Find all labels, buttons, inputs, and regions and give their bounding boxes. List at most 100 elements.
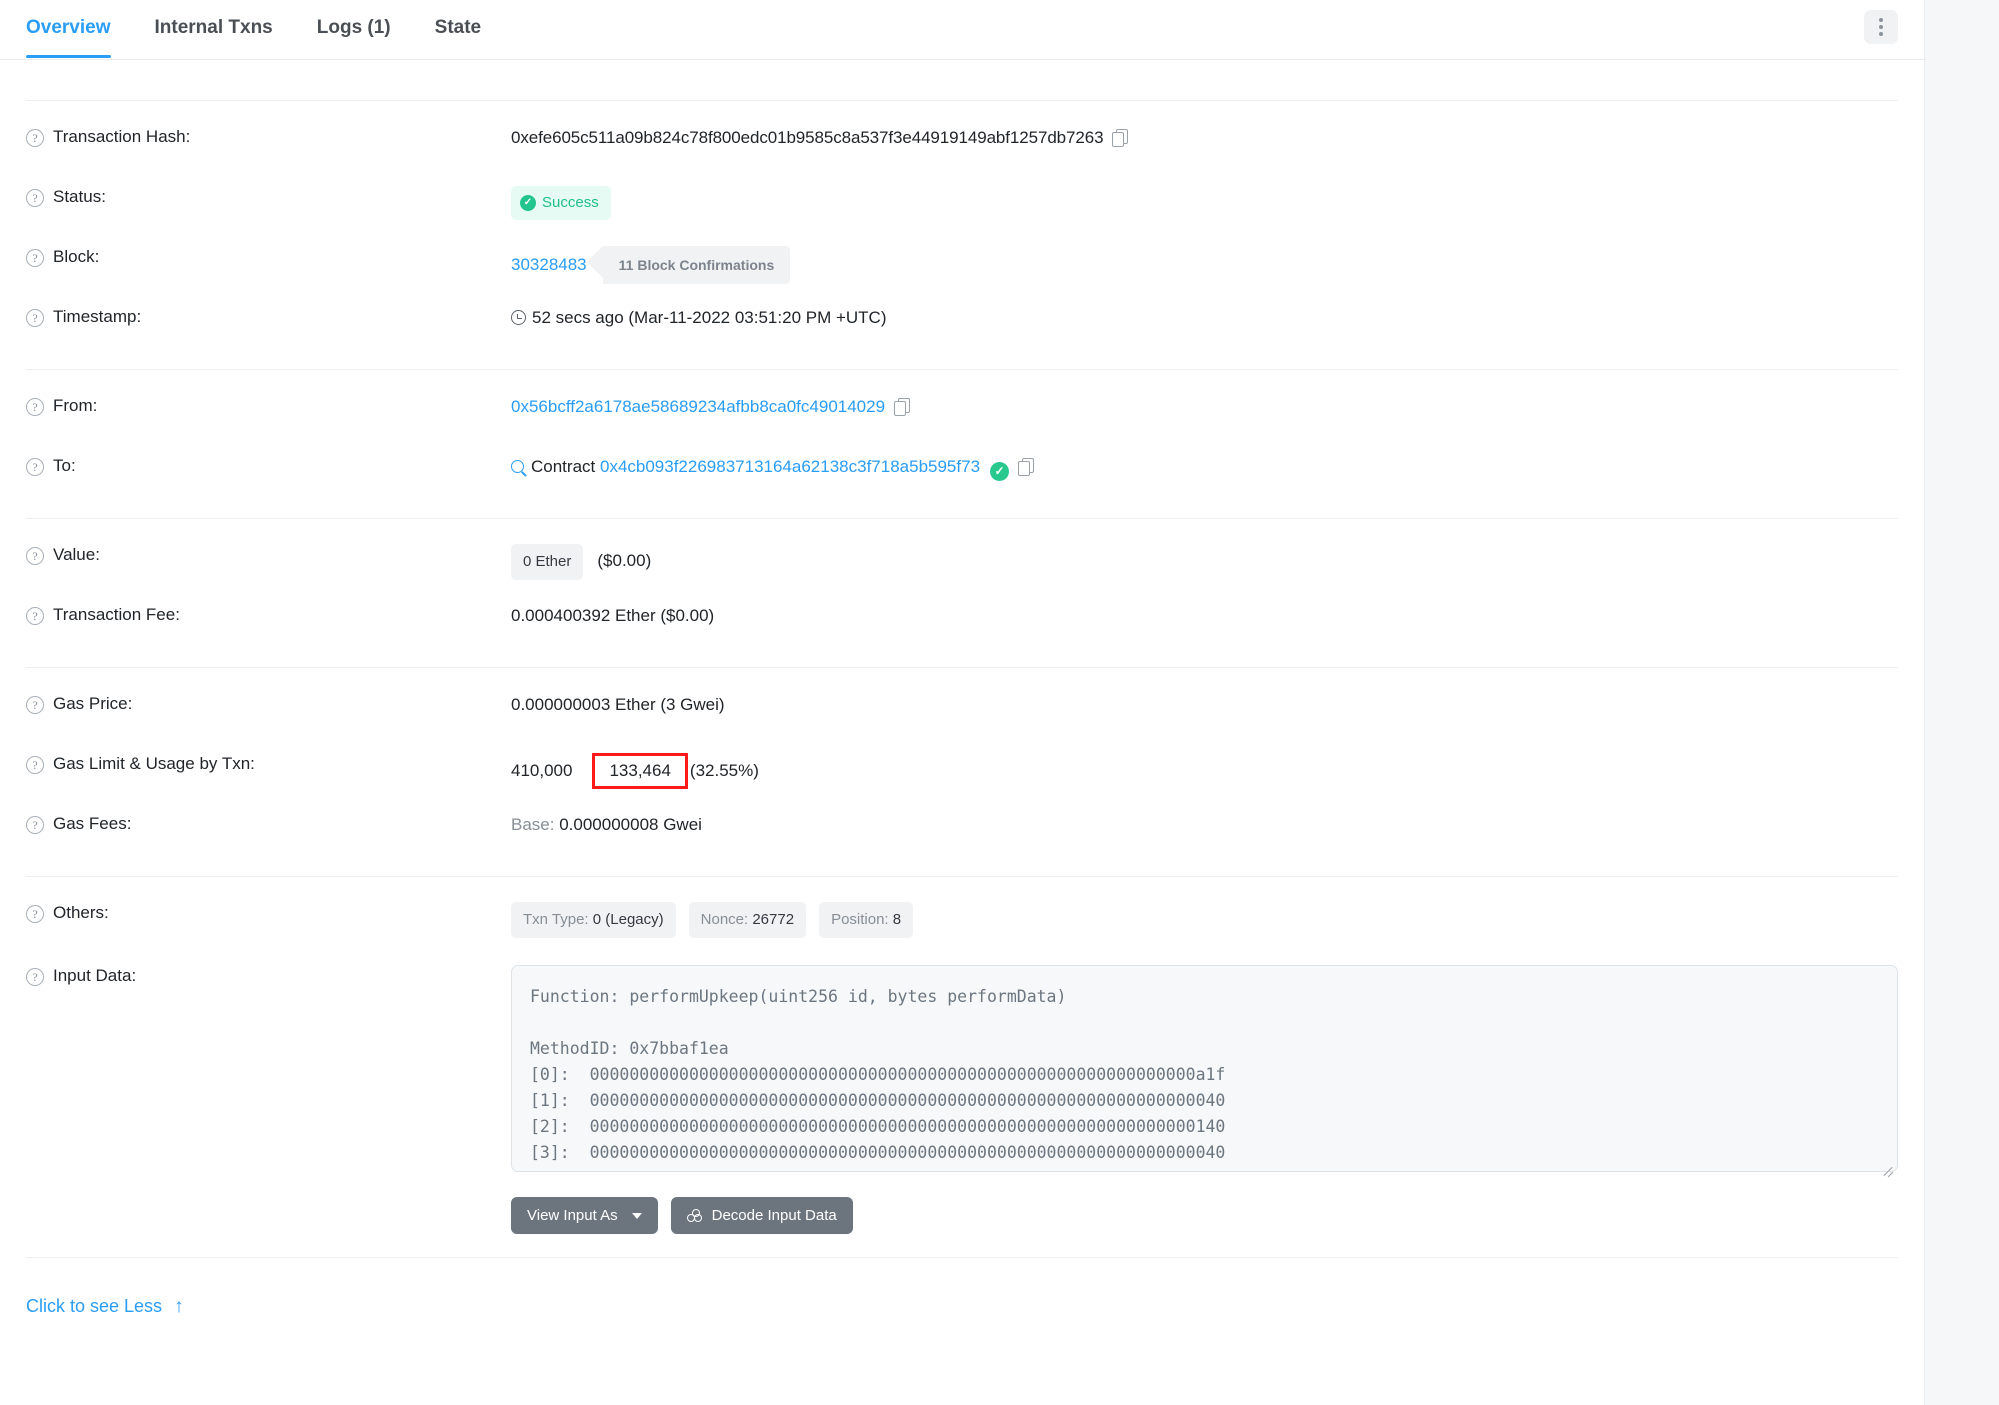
row-gas-price: ? Gas Price: 0.000000003 Ether (3 Gwei) [26, 682, 1898, 742]
to-contract-prefix: Contract [531, 457, 595, 476]
help-icon[interactable]: ? [26, 189, 44, 207]
label-gas-fees: ? Gas Fees: [26, 811, 511, 835]
help-icon[interactable]: ? [26, 458, 44, 476]
value-status: ✓ Success [511, 184, 1898, 220]
label-others: ? Others: [26, 900, 511, 924]
help-icon[interactable]: ? [26, 968, 44, 986]
value-gas-fees: Base: 0.000000008 Gwei [511, 811, 1898, 837]
click-to-see-less-link[interactable]: Click to see Less ↑ [26, 1296, 184, 1317]
verified-check-icon: ✓ [990, 462, 1009, 481]
value-gas-price: 0.000000003 Ether (3 Gwei) [511, 691, 1898, 717]
help-icon[interactable]: ? [26, 607, 44, 625]
label-from: ? From: [26, 393, 511, 417]
tab-state[interactable]: State [413, 0, 503, 58]
row-gas-limit-usage: ? Gas Limit & Usage by Txn: 410,000 133,… [26, 742, 1898, 802]
help-icon[interactable]: ? [26, 547, 44, 565]
row-block: ? Block: 30328483 11 Block Confirmations [26, 235, 1898, 295]
value-block: 30328483 11 Block Confirmations [511, 244, 1898, 284]
page-right-rail [1925, 0, 1999, 1405]
input-data-textarea[interactable]: Function: performUpkeep(uint256 id, byte… [511, 965, 1898, 1172]
gas-fees-base-value: 0.000000008 Gwei [559, 815, 702, 834]
label-text: To: [53, 455, 76, 477]
arrow-up-icon: ↑ [174, 1297, 184, 1316]
divider-after-fee [26, 667, 1898, 668]
tab-bar: Overview Internal Txns Logs (1) State [0, 0, 1924, 60]
label-text: Status: [53, 186, 106, 208]
help-icon[interactable]: ? [26, 129, 44, 147]
block-confirmations-badge: 11 Block Confirmations [603, 246, 791, 284]
pill-position-key: Position: [831, 911, 889, 928]
tab-logs[interactable]: Logs (1) [295, 0, 413, 58]
block-group: 30328483 11 Block Confirmations [511, 246, 790, 284]
help-icon[interactable]: ? [26, 309, 44, 327]
help-icon[interactable]: ? [26, 696, 44, 714]
copy-icon[interactable] [1112, 129, 1127, 146]
tab-overview[interactable]: Overview [26, 0, 133, 58]
value-timestamp: 52 secs ago (Mar-11-2022 03:51:20 PM +UT… [511, 304, 1898, 330]
others-pill-row: Txn Type: 0 (Legacy) Nonce: 26772 Positi… [511, 902, 1898, 938]
tab-internal-txns[interactable]: Internal Txns [133, 0, 295, 58]
tab-list: Overview Internal Txns Logs (1) State [26, 0, 503, 58]
value-fiat: ($0.00) [597, 551, 651, 570]
view-input-as-button[interactable]: View Input As [511, 1197, 658, 1234]
tab-state-label: State [435, 17, 481, 38]
row-value: ? Value: 0 Ether ($0.00) [26, 533, 1898, 593]
help-icon[interactable]: ? [26, 756, 44, 774]
help-icon[interactable]: ? [26, 816, 44, 834]
help-icon[interactable]: ? [26, 249, 44, 267]
label-transaction-fee: ? Transaction Fee: [26, 602, 511, 626]
help-icon[interactable]: ? [26, 905, 44, 923]
divider-after-timestamp [26, 369, 1898, 370]
tab-overview-label: Overview [26, 17, 111, 38]
copy-icon[interactable] [1018, 458, 1033, 475]
to-address-link[interactable]: 0x4cb093f226983713164a62138c3f718a5b595f… [600, 457, 980, 476]
tab-logs-label: Logs (1) [317, 17, 391, 38]
label-block: ? Block: [26, 244, 511, 268]
value-amount: 0 Ether ($0.00) [511, 542, 1898, 580]
gas-used-percent: (32.55%) [690, 759, 759, 783]
view-input-as-label: View Input As [527, 1207, 618, 1224]
label-gas-price: ? Gas Price: [26, 691, 511, 715]
kebab-dot [1879, 25, 1883, 29]
tab-internal-txns-label: Internal Txns [155, 17, 273, 38]
chevron-down-icon [632, 1213, 642, 1219]
pill-nonce-val: 26772 [752, 911, 794, 928]
value-ether-pill: 0 Ether [511, 544, 583, 580]
label-to: ? To: [26, 453, 511, 477]
row-status: ? Status: ✓ Success [26, 175, 1898, 235]
transaction-hash-value: 0xefe605c511a09b824c78f800edc01b9585c8a5… [511, 128, 1103, 147]
label-text: Gas Price: [53, 693, 132, 715]
label-input-data: ? Input Data: [26, 963, 511, 987]
label-text: Value: [53, 544, 100, 566]
divider-footer [26, 1257, 1898, 1258]
check-circle-icon: ✓ [520, 195, 536, 211]
value-transaction-hash: 0xefe605c511a09b824c78f800edc01b9585c8a5… [511, 124, 1898, 150]
kebab-dot [1879, 18, 1883, 22]
block-number-link[interactable]: 30328483 [511, 253, 587, 277]
transaction-details-page: Overview Internal Txns Logs (1) State ? [0, 0, 1925, 1405]
label-timestamp: ? Timestamp: [26, 304, 511, 328]
status-text: Success [542, 191, 599, 215]
magnifier-icon[interactable] [511, 460, 524, 473]
row-gas-fees: ? Gas Fees: Base: 0.000000008 Gwei [26, 802, 1898, 862]
kebab-vertical-icon[interactable] [1864, 10, 1898, 44]
row-from: ? From: 0x56bcff2a6178ae58689234afbb8ca0… [26, 384, 1898, 444]
copy-icon[interactable] [894, 398, 909, 415]
value-transaction-fee: 0.000400392 Ether ($0.00) [511, 602, 1898, 628]
label-text: Input Data: [53, 965, 136, 987]
label-text: Transaction Hash: [53, 126, 190, 148]
pill-position-val: 8 [893, 911, 901, 928]
label-gas-limit-usage: ? Gas Limit & Usage by Txn: [26, 751, 511, 775]
help-icon[interactable]: ? [26, 398, 44, 416]
divider-after-gas-fees [26, 876, 1898, 877]
pill-txn-type-key: Txn Type: [523, 911, 589, 928]
decode-icon [687, 1209, 702, 1223]
value-input-data: Function: performUpkeep(uint256 id, byte… [511, 963, 1898, 1234]
decode-input-data-button[interactable]: Decode Input Data [671, 1197, 853, 1234]
gas-used-highlight: 133,464 [592, 753, 687, 789]
pill-txn-type: Txn Type: 0 (Legacy) [511, 902, 676, 938]
label-transaction-hash: ? Transaction Hash: [26, 124, 511, 148]
row-others: ? Others: Txn Type: 0 (Legacy) Nonce: 26… [26, 891, 1898, 951]
pill-nonce: Nonce: 26772 [689, 902, 806, 938]
from-address-link[interactable]: 0x56bcff2a6178ae58689234afbb8ca0fc490140… [511, 397, 885, 416]
